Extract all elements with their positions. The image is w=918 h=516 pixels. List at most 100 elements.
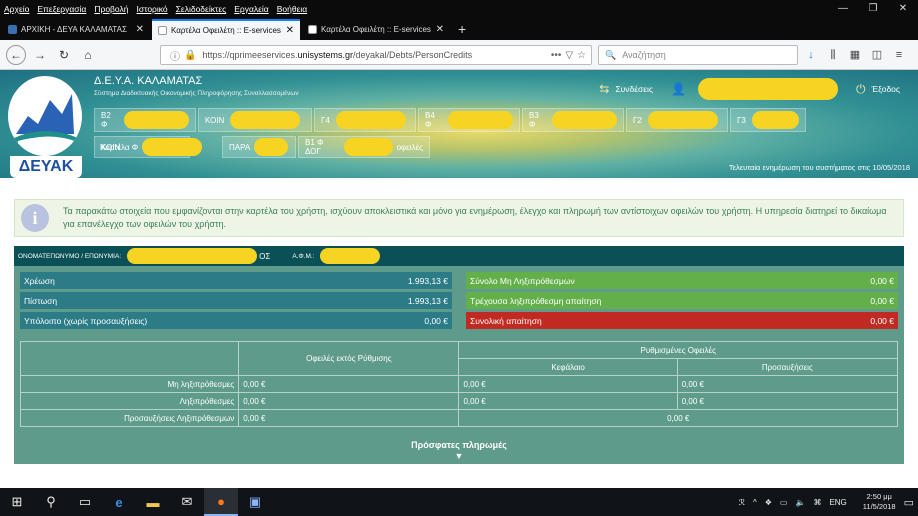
mail-icon[interactable]: ✉	[170, 488, 204, 516]
redacted-afm	[320, 248, 381, 264]
deyak-logo[interactable]: ΔΕΥΑΚ	[8, 76, 86, 180]
maximize-icon[interactable]: ❐	[858, 0, 888, 18]
tab-strip: ΑΡΧΙΚΗ - ΔΕΥΑ ΚΑΛΑΜΑΤΑΣ ✕ Καρτέλα Οφειλέ…	[0, 18, 918, 40]
info-text: Τα παρακάτω στοιχεία που εμφανίζονται στ…	[63, 206, 887, 229]
menu-edit[interactable]: Επεξεργασία	[33, 4, 90, 14]
bookmark-star-icon[interactable]: ☆	[577, 50, 586, 61]
menubar: Αρχείο Επεξεργασία Προβολή Ιστορικό Σελι…	[0, 0, 918, 18]
search-icon[interactable]: ⚲	[34, 488, 68, 516]
col-outside-regulation: Οφειλές εκτός Ρύθμισης	[238, 341, 460, 376]
home-icon[interactable]: ⌂	[78, 45, 98, 65]
forward-arrow-icon[interactable]: →	[30, 45, 50, 65]
menu-view[interactable]: Προβολή	[90, 4, 132, 14]
close-tab-icon[interactable]: ✕	[436, 24, 444, 35]
table-row: Ληξιπρόθεσμες 0,00 € 0,00 € 0,00 €	[19, 392, 899, 410]
menu-help[interactable]: Βοήθεια	[273, 4, 311, 14]
lang-icon[interactable]: ⌘	[813, 498, 821, 507]
connections-link[interactable]: ⇆ Συνδέσεις	[599, 82, 653, 96]
col-surcharges: Προσαυξήσεις	[676, 358, 899, 376]
recent-payments-toggle[interactable]: Πρόσφατες πληρωμές ▼	[14, 432, 904, 464]
toolbar-icons: ↓ ⫼ ▦ ◫ ≡	[800, 45, 910, 65]
hamburger-menu-icon[interactable]: ≡	[888, 45, 910, 65]
page-favicon-icon	[308, 25, 317, 34]
organization-subtitle: Σύστημα Διαδικτυακής Οικονομικής Πληροφό…	[94, 90, 299, 97]
logo-text: ΔΕΥΑΚ	[10, 156, 82, 178]
downloads-icon[interactable]: ↓	[800, 45, 822, 65]
search-input[interactable]: 🔍 Αναζήτηση	[598, 45, 798, 65]
system-tray: ℛ ^ ❖ ▭ 🔈 ⌘ ENG 2:50 μμ 11/5/2018 ▭	[731, 488, 914, 516]
windows-start-icon[interactable]: ⊞	[0, 488, 34, 516]
account-tab[interactable]: Γ4	[314, 108, 416, 132]
account-tab[interactable]: Γ3	[730, 108, 806, 132]
volume-icon[interactable]: 🔈	[795, 498, 805, 507]
new-tab-icon[interactable]: +	[458, 19, 466, 40]
debtor-bar: ΟΝΟΜΑΤΕΠΩΝΥΜΟ / ΕΠΩΝΥΜΙΑ: ΟΣ Α.Φ.Μ.:	[14, 246, 904, 266]
summary-left: Χρέωση 1.993,13 € Πίστωση 1.993,13 € Υπόλο…	[20, 272, 452, 332]
sidebar-icon[interactable]: ◫	[866, 45, 888, 65]
current-overdue-row: Τρέχουσα ληξιπρόθεσμη απαίτηση 0,00 €	[466, 292, 898, 309]
account-tab[interactable]: Β3 Φ	[522, 108, 624, 132]
network-icon[interactable]: ▭	[780, 498, 788, 507]
clock[interactable]: 2:50 μμ 11/5/2018	[855, 492, 896, 512]
firefox-icon[interactable]: ●	[204, 488, 238, 516]
account-tab[interactable]: Β1 Φ ΔΟΓ οφειλές	[298, 136, 430, 158]
table-corner	[19, 341, 240, 376]
info-icon: i	[21, 204, 49, 232]
redacted-username	[697, 78, 838, 100]
account-tab[interactable]: Γ2	[626, 108, 728, 132]
edge-icon[interactable]: e	[102, 488, 136, 516]
power-icon: ⏻	[855, 81, 866, 96]
input-language[interactable]: ENG	[829, 498, 846, 507]
address-bar[interactable]: ⓘ 🔒 https://qprimeeservices.unisystems.g…	[160, 45, 592, 65]
connections-label: Συνδέσεις	[615, 84, 654, 94]
menu-history[interactable]: Ιστορικό	[132, 4, 171, 14]
account-tab[interactable]: ΚΟΙΝ	[198, 108, 312, 132]
account-tabs-row-1: Β2 Φ ΚΟΙΝ Γ4 Β4 Φ Β3 Φ Γ2 Γ3	[94, 108, 808, 132]
dropbox-icon[interactable]: ❖	[765, 498, 772, 507]
library-icon[interactable]: ⫼	[822, 45, 844, 65]
connections-icon: ⇆	[599, 82, 610, 96]
account-tab[interactable]: Β2 Φ	[94, 108, 196, 132]
page-favicon-icon	[158, 26, 167, 35]
logout-link[interactable]: ⏻ Έξοδος	[856, 82, 900, 97]
user-menu[interactable]: 👤	[671, 78, 838, 100]
menu-bookmarks[interactable]: Σελιδοδείκτες	[172, 4, 231, 14]
organization-title: Δ.Ε.Υ.Α. ΚΑΛΑΜΑΤΑΣ	[94, 75, 203, 87]
account-tab[interactable]: Β4 Φ	[418, 108, 520, 132]
app-icon[interactable]: ▣	[238, 488, 272, 516]
search-placeholder: Αναζήτηση	[622, 50, 666, 60]
account-tab[interactable]: ΠΑΡΑ	[222, 136, 296, 158]
browser-tab-debtor-card-2[interactable]: Καρτέλα Οφειλέτη :: E-services ✕	[302, 19, 450, 40]
menu-tools[interactable]: Εργαλεία	[230, 4, 273, 14]
tab-title: Καρτέλα Οφειλέτη :: E-services	[171, 26, 281, 35]
chevron-up-icon[interactable]: ^	[753, 498, 757, 507]
menu-file[interactable]: Αρχείο	[0, 4, 33, 14]
back-arrow-icon[interactable]: ←	[6, 44, 26, 65]
last-update-text: Τελευταία ενημέρωση του συστήματος στις …	[728, 163, 910, 172]
close-tab-icon[interactable]: ✕	[136, 24, 144, 35]
file-explorer-icon[interactable]: ▬	[136, 488, 170, 516]
balance-row: Υπόλοιπο (χωρίς προσαυξήσεις) 0,00 €	[20, 312, 452, 329]
table-row: Μη ληξιπρόθεσμες 0,00 € 0,00 € 0,00 €	[19, 375, 899, 393]
browser-tab-debtor-card[interactable]: Καρτέλα Οφειλέτη :: E-services ✕	[152, 19, 300, 40]
pocket-icon[interactable]: ▽	[565, 50, 573, 61]
browser-tab-home[interactable]: ΑΡΧΙΚΗ - ΔΕΥΑ ΚΑΛΑΜΑΤΑΣ ✕	[2, 19, 150, 40]
windows-taskbar: ⊞ ⚲ ▭ e ▬ ✉ ● ▣ ℛ ^ ❖ ▭ 🔈 ⌘ ENG 2:50 μμ 1…	[0, 488, 918, 516]
site-header: ΔΕΥΑΚ Δ.Ε.Υ.Α. ΚΑΛΑΜΑΤΑΣ Σύστημα Διαδικτ…	[0, 70, 918, 178]
logo-emblem-icon	[8, 76, 82, 156]
recent-payments-label: Πρόσφατες πληρωμές	[411, 440, 507, 450]
extension-icon[interactable]: ▦	[844, 45, 866, 65]
reload-icon[interactable]: ↻	[54, 45, 74, 65]
close-window-icon[interactable]: ✕	[888, 0, 918, 18]
task-view-icon[interactable]: ▭	[68, 488, 102, 516]
user-tray-icon[interactable]: ℛ	[739, 498, 745, 507]
info-circle-icon[interactable]: ⓘ	[170, 48, 180, 63]
page-actions-icon[interactable]: •••	[551, 50, 562, 61]
url-text[interactable]: https://qprimeeservices.unisystems.gr/de…	[202, 50, 546, 60]
close-tab-icon[interactable]: ✕	[286, 25, 294, 36]
notifications-icon[interactable]: ▭	[904, 496, 914, 509]
lock-icon[interactable]: 🔒	[184, 50, 196, 61]
minimize-icon[interactable]: —	[828, 0, 858, 18]
col-capital: Κεφάλαιο	[458, 358, 678, 376]
redacted-debtor-name	[127, 248, 258, 264]
